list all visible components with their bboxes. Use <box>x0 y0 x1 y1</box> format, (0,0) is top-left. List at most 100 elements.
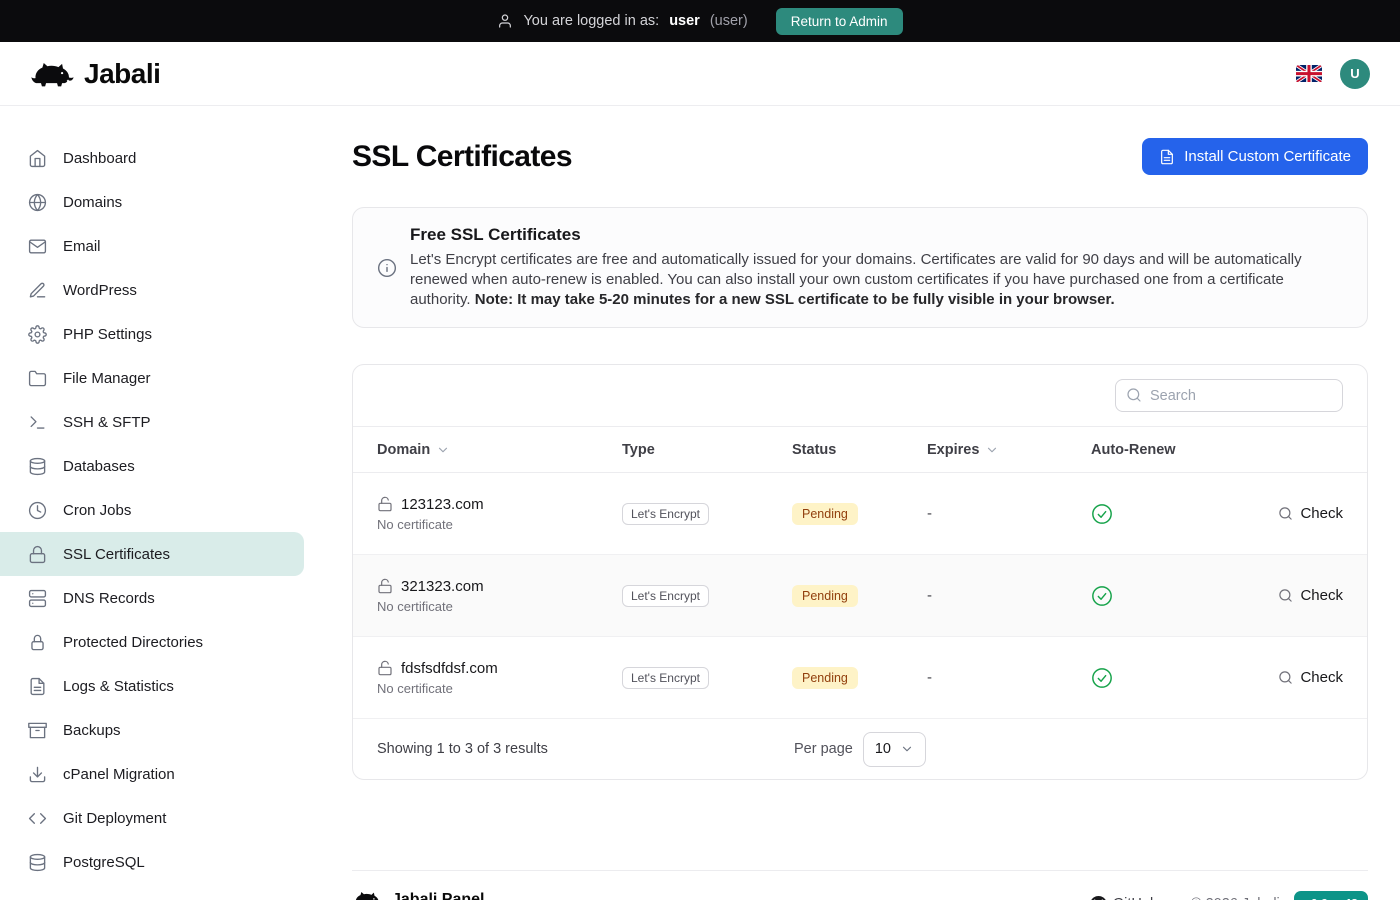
auto-renew-check-icon <box>1091 585 1256 607</box>
user-avatar[interactable]: U <box>1340 59 1370 89</box>
boar-logo-icon <box>352 889 382 900</box>
table-header-row: Domain Type Status Expires Auto-Renew <box>353 426 1367 473</box>
terminal-icon <box>28 413 47 432</box>
table-row: 321323.com No certificate Let's Encrypt … <box>353 555 1367 637</box>
logged-in-text: You are logged in as: <box>523 13 659 29</box>
type-badge: Let's Encrypt <box>622 585 709 607</box>
type-badge: Let's Encrypt <box>622 667 709 689</box>
clock-icon <box>28 501 47 520</box>
check-button[interactable]: Check <box>1278 587 1343 604</box>
app-header: Jabali U <box>0 42 1400 106</box>
gear-icon <box>28 325 47 344</box>
brand-logo[interactable]: Jabali <box>30 58 160 90</box>
check-button[interactable]: Check <box>1278 505 1343 522</box>
code-icon <box>28 809 47 828</box>
auto-renew-check-icon <box>1091 667 1256 689</box>
chevron-down-icon <box>900 742 914 756</box>
brand-name: Jabali <box>84 58 160 90</box>
unlock-icon <box>377 660 393 676</box>
info-box-body: Let's Encrypt certificates are free and … <box>410 250 1343 310</box>
domain-text: 123123.com <box>401 496 484 513</box>
globe-icon <box>28 193 47 212</box>
sidebar-item-protected-directories[interactable]: Protected Directories <box>0 620 304 664</box>
sidebar-item-label: SSH & SFTP <box>63 414 151 431</box>
sidebar-item-cron-jobs[interactable]: Cron Jobs <box>0 488 304 532</box>
database-icon <box>28 457 47 476</box>
magnifier-icon <box>1278 506 1293 521</box>
info-box-note: Note: It may take 5-20 minutes for a new… <box>475 291 1115 308</box>
sidebar-item-ssh-sftp[interactable]: SSH & SFTP <box>0 400 304 444</box>
certificates-table-card: Domain Type Status Expires Auto-Renew 12… <box>352 364 1368 780</box>
check-button[interactable]: Check <box>1278 669 1343 686</box>
database-icon <box>28 853 47 872</box>
sidebar-item-label: Domains <box>63 194 122 211</box>
padlock-icon <box>28 633 47 652</box>
sidebar-item-label: File Manager <box>63 370 151 387</box>
certificate-subtext: No certificate <box>377 517 622 532</box>
domain-link[interactable]: 321323.com <box>377 578 622 595</box>
results-summary: Showing 1 to 3 of 3 results <box>377 741 548 757</box>
search-input[interactable] <box>1115 379 1343 412</box>
column-header-expires[interactable]: Expires <box>927 442 1091 458</box>
per-page-select[interactable]: 10 <box>863 732 926 767</box>
sidebar-item-postgresql[interactable]: PostgreSQL <box>0 840 304 884</box>
footer-separator: · <box>1172 896 1177 900</box>
install-custom-certificate-button[interactable]: Install Custom Certificate <box>1142 138 1368 175</box>
expires-value: - <box>927 505 1091 522</box>
search-box <box>1115 379 1343 412</box>
sidebar-item-php-settings[interactable]: PHP Settings <box>0 312 304 356</box>
footer-brand-name: Jabali Panel <box>392 891 485 900</box>
domain-link[interactable]: fdsfsdfdsf.com <box>377 660 622 677</box>
sidebar-item-databases[interactable]: Databases <box>0 444 304 488</box>
unlock-icon <box>377 496 393 512</box>
domain-cell: 123123.com No certificate <box>377 496 622 532</box>
sidebar-item-dns-records[interactable]: DNS Records <box>0 576 304 620</box>
search-icon <box>1126 387 1142 403</box>
pencil-icon <box>28 281 47 300</box>
archive-icon <box>28 721 47 740</box>
github-link[interactable]: GitHub <box>1090 896 1158 900</box>
unlock-icon <box>377 578 393 594</box>
sidebar-item-ssl-certificates[interactable]: SSL Certificates <box>0 532 304 576</box>
sidebar-item-label: PHP Settings <box>63 326 152 343</box>
sort-chevron-icon <box>436 443 450 457</box>
language-flag-icon[interactable] <box>1296 65 1322 83</box>
info-box-title: Free SSL Certificates <box>410 225 1343 245</box>
status-badge: Pending <box>792 585 858 607</box>
home-icon <box>28 149 47 168</box>
type-badge: Let's Encrypt <box>622 503 709 525</box>
sidebar-item-cpanel-migration[interactable]: cPanel Migration <box>0 752 304 796</box>
page-footer: Jabali Panel GitHub · © 2026 Jabali v0.9… <box>352 870 1368 900</box>
certificate-subtext: No certificate <box>377 681 622 696</box>
lock-icon <box>28 545 47 564</box>
sidebar-item-backups[interactable]: Backups <box>0 708 304 752</box>
footer-brand: Jabali Panel <box>352 889 485 900</box>
sidebar: Dashboard Domains Email WordPress PHP Se… <box>0 106 320 900</box>
sidebar-item-label: Protected Directories <box>63 634 203 651</box>
free-ssl-info-box: Free SSL Certificates Let's Encrypt cert… <box>352 207 1368 328</box>
table-row: fdsfsdfdsf.com No certificate Let's Encr… <box>353 637 1367 719</box>
table-row: 123123.com No certificate Let's Encrypt … <box>353 473 1367 555</box>
sidebar-item-label: WordPress <box>63 282 137 299</box>
magnifier-icon <box>1278 670 1293 685</box>
version-badge: v0.9-rc42 <box>1294 891 1368 900</box>
sidebar-item-wordpress[interactable]: WordPress <box>0 268 304 312</box>
sidebar-item-email[interactable]: Email <box>0 224 304 268</box>
domain-link[interactable]: 123123.com <box>377 496 622 513</box>
expires-value: - <box>927 587 1091 604</box>
download-icon <box>28 765 47 784</box>
sidebar-item-logs-statistics[interactable]: Logs & Statistics <box>0 664 304 708</box>
sidebar-item-label: cPanel Migration <box>63 766 175 783</box>
sidebar-item-domains[interactable]: Domains <box>0 180 304 224</box>
return-to-admin-button[interactable]: Return to Admin <box>776 8 903 35</box>
column-header-type: Type <box>622 442 792 458</box>
sidebar-item-git-deployment[interactable]: Git Deployment <box>0 796 304 840</box>
column-header-domain[interactable]: Domain <box>377 442 622 458</box>
sidebar-item-label: Backups <box>63 722 121 739</box>
folder-icon <box>28 369 47 388</box>
column-header-status: Status <box>792 442 927 458</box>
domain-text: 321323.com <box>401 578 484 595</box>
sidebar-item-file-manager[interactable]: File Manager <box>0 356 304 400</box>
domain-cell: 321323.com No certificate <box>377 578 622 614</box>
sidebar-item-dashboard[interactable]: Dashboard <box>0 136 304 180</box>
